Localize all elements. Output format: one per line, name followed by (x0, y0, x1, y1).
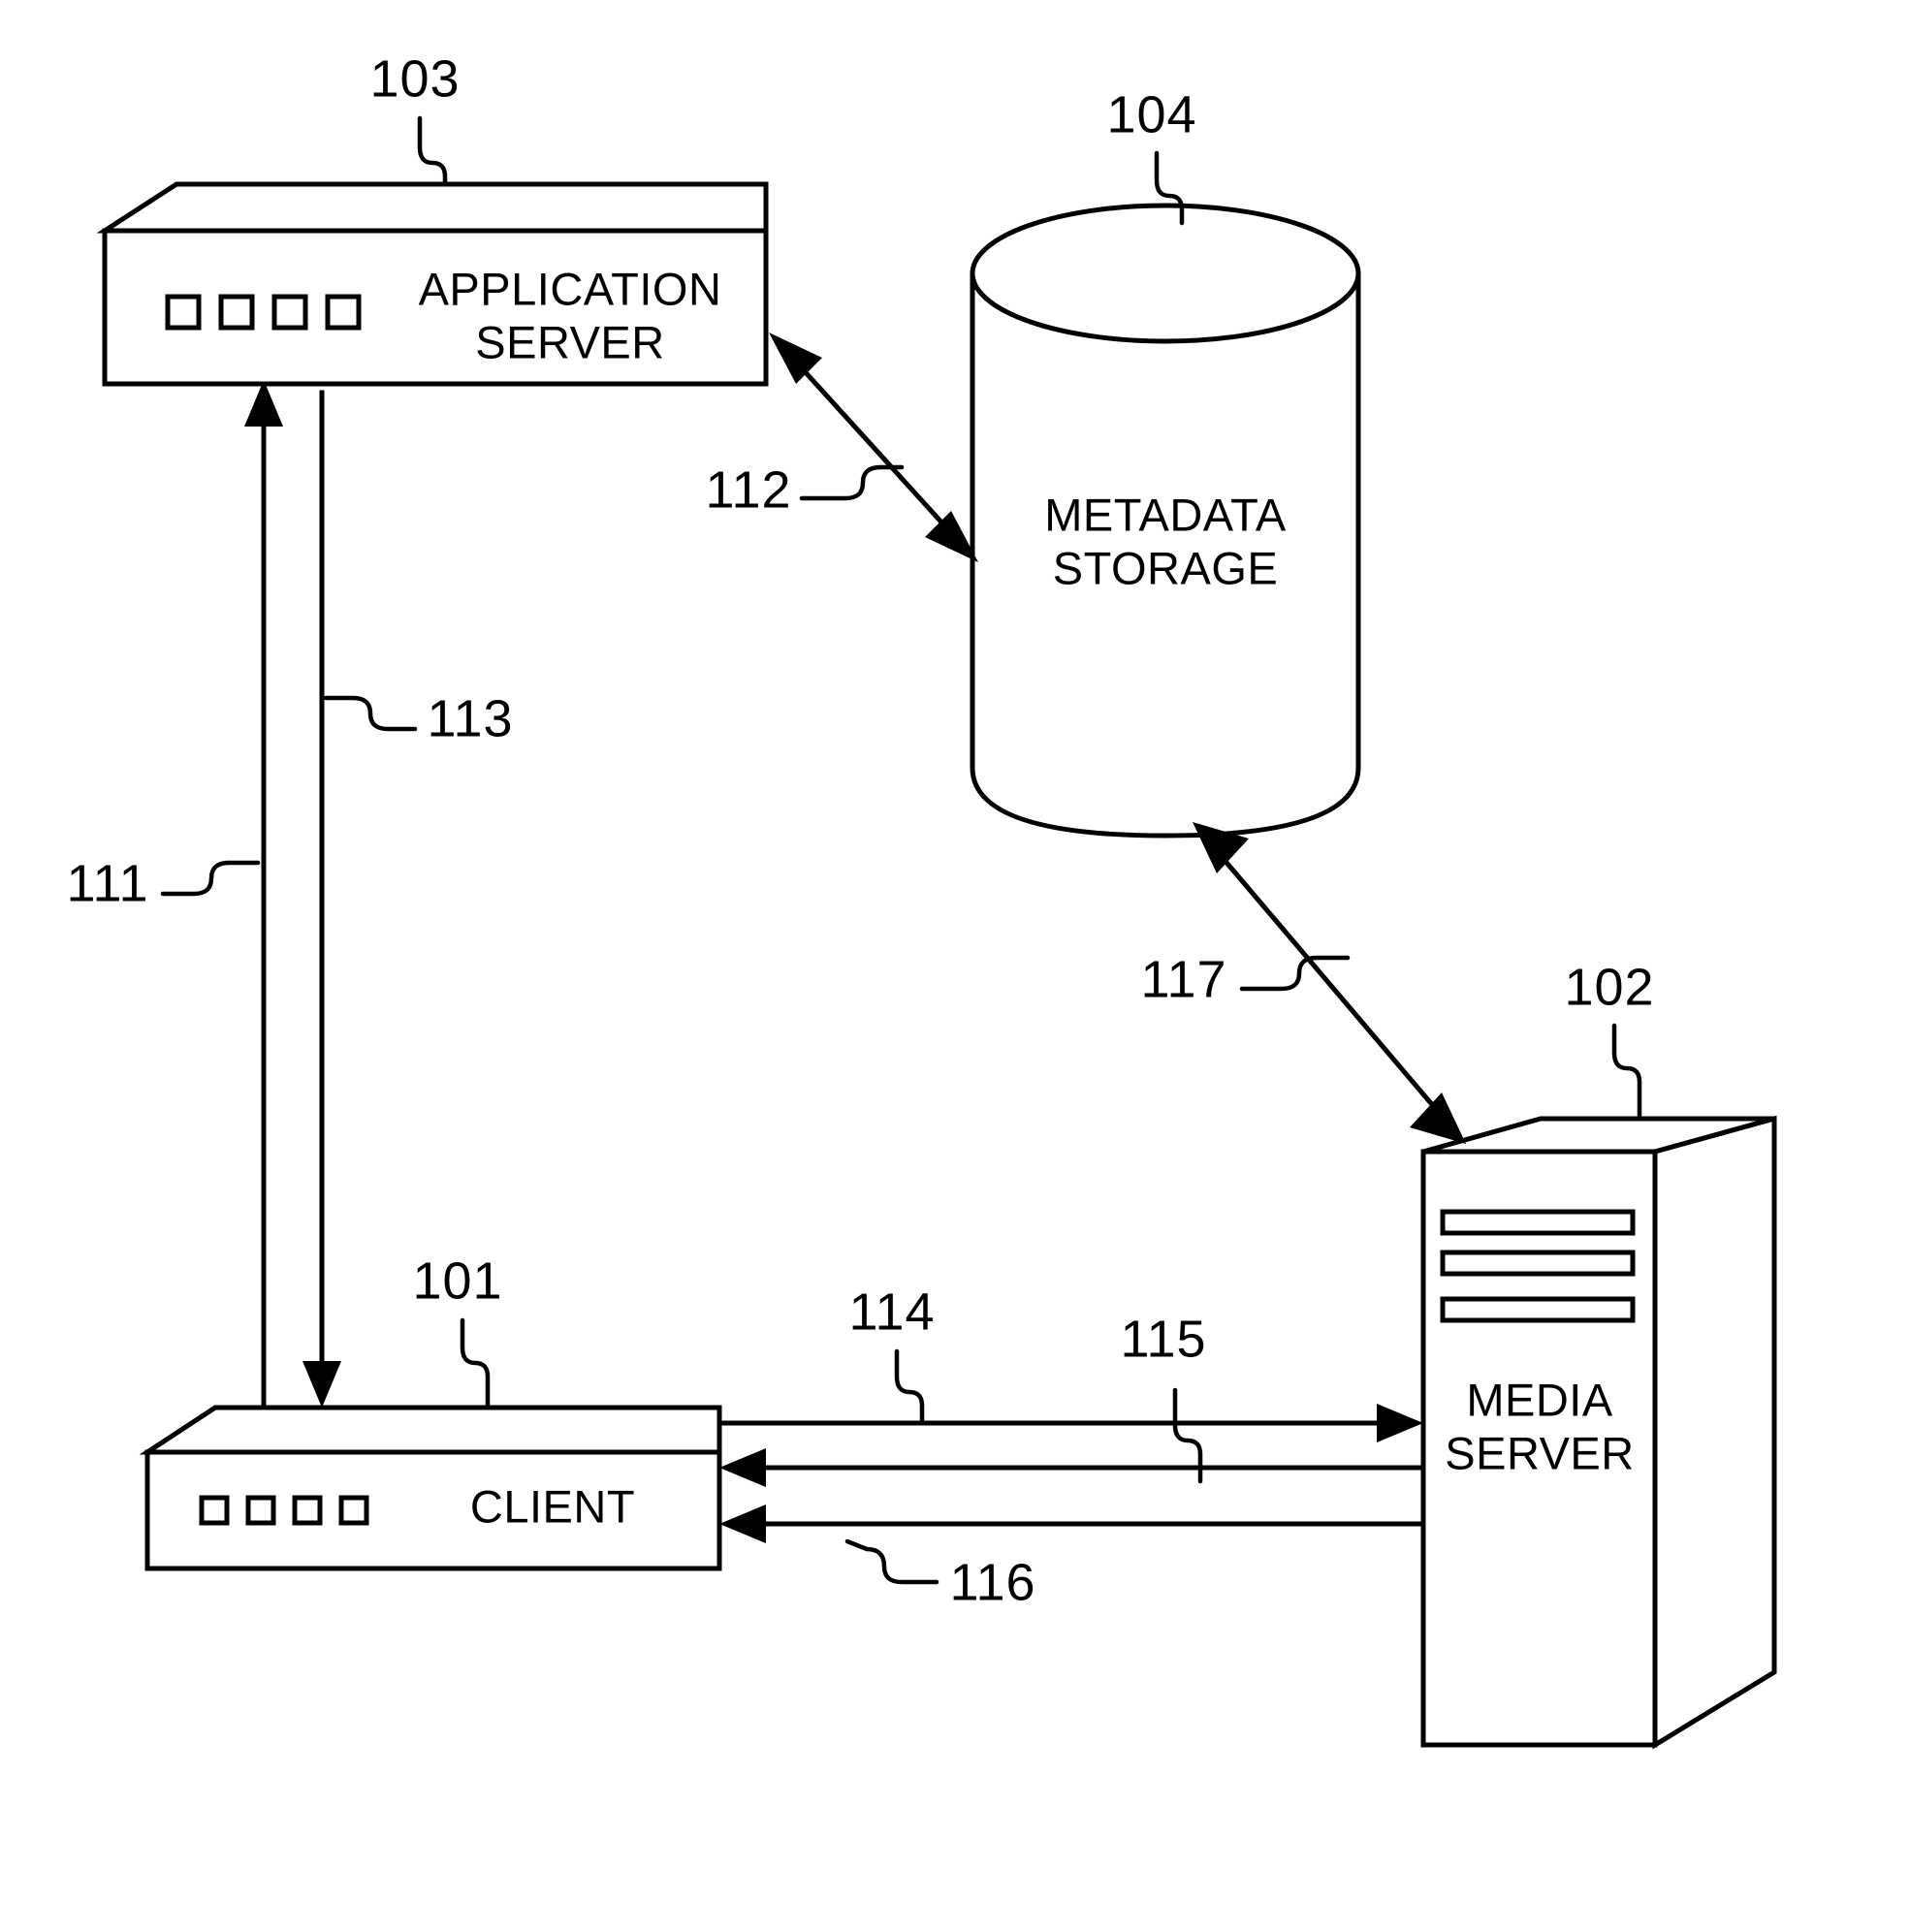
diagram-canvas: APPLICATION SERVER 103 METADATA STORAGE … (66, 49, 1777, 1750)
media-server-node[interactable]: MEDIA SERVER (1420, 1115, 1777, 1750)
ref-number-115: 115 (1120, 1310, 1206, 1368)
media-server-label-line1: MEDIA (1466, 1374, 1613, 1425)
ref-112-callout: 112 (705, 460, 905, 519)
ref-number-113: 113 (427, 689, 513, 747)
ref-number-101: 101 (412, 1251, 502, 1310)
ref-116-callout: 116 (844, 1538, 1035, 1611)
client-node[interactable]: CLIENT (139, 1405, 722, 1571)
ref-number-112: 112 (705, 460, 791, 519)
ref-115-callout: 115 (1120, 1310, 1206, 1484)
application-server-label-line1: APPLICATION (419, 263, 722, 314)
patent-figure: APPLICATION SERVER 103 METADATA STORAGE … (0, 0, 1910, 1932)
ref-number-116: 116 (949, 1553, 1035, 1611)
metadata-storage-node[interactable]: METADATA STORAGE (970, 203, 1361, 839)
connection-112 (769, 333, 978, 562)
connection-111-arrow (244, 380, 283, 1409)
connection-117 (1193, 822, 1466, 1144)
application-server-node[interactable]: APPLICATION SERVER (96, 181, 769, 387)
ref-104-callout: 104 (1106, 85, 1196, 226)
connection-111-113 (244, 380, 341, 1409)
ref-number-104: 104 (1106, 85, 1196, 143)
connection-115-arrow (719, 1448, 1426, 1487)
ref-101-callout: 101 (412, 1251, 502, 1410)
media-server-label-line2: SERVER (1445, 1427, 1634, 1478)
ref-117-callout: 117 (1140, 950, 1351, 1008)
ref-number-117: 117 (1140, 950, 1226, 1008)
connection-113-arrow (302, 390, 341, 1408)
ref-number-114: 114 (848, 1283, 935, 1341)
metadata-storage-label-line2: STORAGE (1053, 542, 1278, 593)
ref-111-callout: 111 (66, 854, 261, 912)
connection-114-arrow (716, 1404, 1423, 1442)
ref-113-callout: 113 (323, 689, 513, 747)
ref-number-102: 102 (1564, 958, 1654, 1016)
media-server-slots (1440, 1209, 1636, 1323)
metadata-storage-label-line1: METADATA (1044, 489, 1287, 540)
connection-114-115-116 (716, 1404, 1426, 1543)
connection-116-arrow (719, 1504, 1426, 1543)
ref-102-callout: 102 (1564, 958, 1654, 1120)
ref-114-callout: 114 (848, 1283, 935, 1426)
ref-number-103: 103 (369, 49, 460, 108)
client-label-line1: CLIENT (470, 1480, 635, 1532)
application-server-label-line2: SERVER (475, 316, 664, 367)
ref-103-callout: 103 (369, 49, 460, 187)
ref-number-111: 111 (66, 854, 148, 912)
